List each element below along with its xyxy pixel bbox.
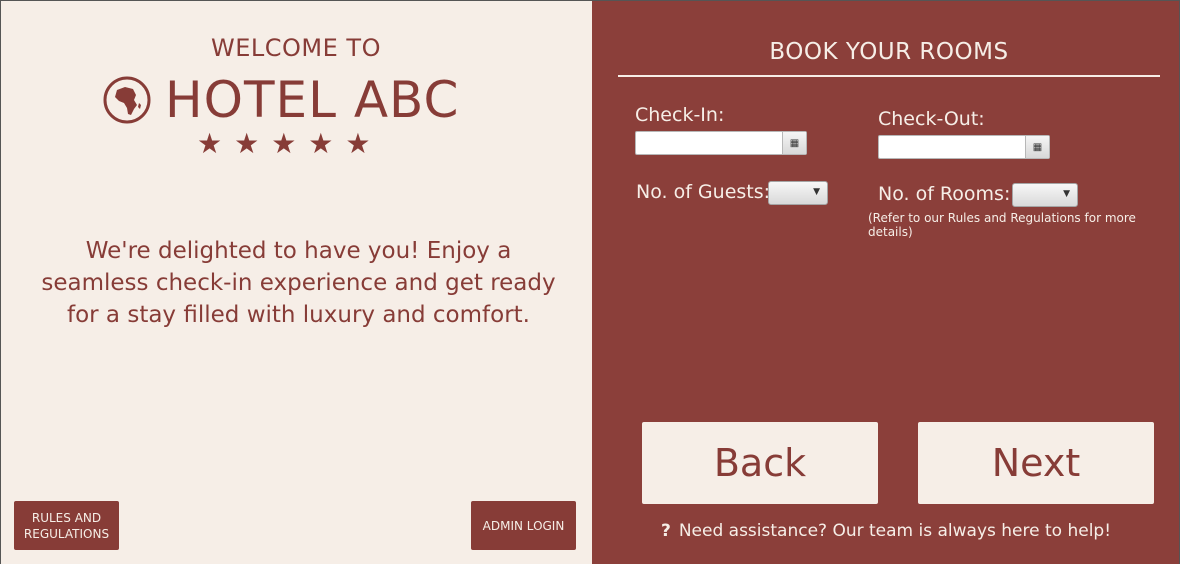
help-message: ? Need assistance? Our team is always her… (592, 521, 1180, 541)
guests-select[interactable]: ▼ (768, 181, 828, 205)
next-button[interactable]: Next (918, 422, 1154, 504)
back-button[interactable]: Back (642, 422, 878, 504)
rules-and-regulations-button[interactable]: RULES AND REGULATIONS (14, 501, 119, 550)
check-out-input[interactable] (881, 137, 1025, 157)
check-out-label: Check-Out: (878, 108, 985, 130)
guests-label: No. of Guests: (636, 181, 771, 203)
check-in-label: Check-In: (635, 104, 725, 126)
check-out-date-picker[interactable]: ▦ (878, 135, 1050, 159)
dropdown-arrow-icon: ▼ (1063, 189, 1070, 199)
app-window: WELCOME TO HOTEL ABC ★★★★★ We're delight… (0, 0, 1180, 564)
question-icon: ? (660, 521, 671, 541)
title-divider (618, 75, 1160, 77)
calendar-icon[interactable]: ▦ (782, 132, 806, 154)
welcome-panel: WELCOME TO HOTEL ABC ★★★★★ We're delight… (0, 0, 592, 564)
hotel-brand: HOTEL ABC (103, 71, 459, 129)
rooms-label: No. of Rooms: (878, 183, 1011, 205)
rooms-select[interactable]: ▼ (1012, 183, 1078, 207)
welcome-tagline: We're delighted to have you! Enjoy a sea… (41, 238, 556, 328)
admin-login-button[interactable]: ADMIN LOGIN (471, 501, 576, 550)
help-text: Need assistance? Our team is always here… (678, 521, 1112, 541)
booking-panel: BOOK YOUR ROOMS Check-In: ▦ Check-Out: ▦… (592, 0, 1180, 564)
dropdown-arrow-icon: ▼ (813, 187, 820, 197)
globe-africa-icon (103, 76, 151, 124)
check-in-input[interactable] (638, 133, 782, 153)
welcome-heading: WELCOME TO (211, 34, 381, 62)
rooms-note: (Refer to our Rules and Regulations for … (868, 211, 1136, 239)
hotel-name: HOTEL ABC (165, 71, 460, 129)
star-rating: ★★★★★ (197, 127, 383, 160)
booking-title: BOOK YOUR ROOMS (769, 39, 1009, 65)
calendar-icon[interactable]: ▦ (1025, 136, 1049, 158)
check-in-date-picker[interactable]: ▦ (635, 131, 807, 155)
